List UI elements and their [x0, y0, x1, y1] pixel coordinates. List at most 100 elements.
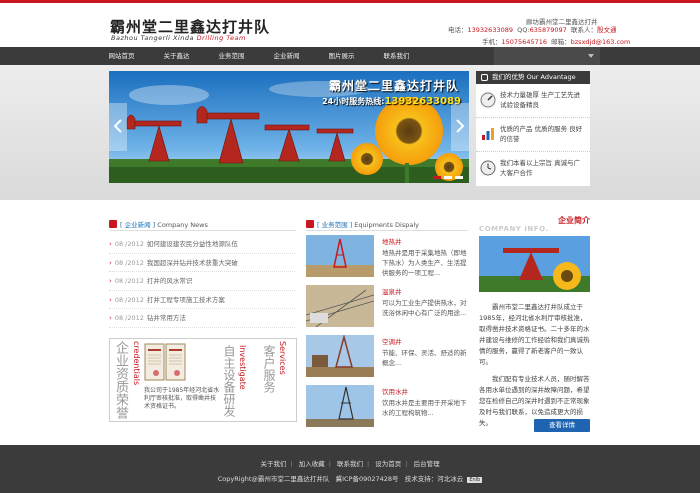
chevron-right-icon: [456, 119, 464, 133]
bullet-icon: ›: [109, 295, 112, 304]
company-text-1: 霸州市堂二里鑫达打井队成立于1985年，经河北省水利厅审核批准，取得凿井技术资格…: [479, 303, 590, 366]
service-item[interactable]: 饮用水井 饮用水井是主要用于开采地下水的工程构筑物...: [306, 385, 468, 429]
news-date: 08 /2012: [114, 258, 144, 267]
advantage-item-text: 优质的产品 优质的服务 良好的信誉: [500, 125, 583, 143]
credentials-panel[interactable]: 企业资质荣誉 credentials 我公司于1985年经河北省水利厅审核批准，…: [109, 338, 297, 422]
nav-items: 网站首页 关于鑫达 业务范围 企业新闻 图片展示 联系我们: [94, 47, 424, 65]
qq-value: 635879097: [529, 26, 567, 34]
news-title[interactable]: 我国超深井钻井技术获重大突破: [147, 259, 238, 267]
qq-label: QQ:: [517, 26, 530, 34]
phone-label: 电话：: [448, 26, 468, 34]
site-header: 霸州堂二里鑫达打井队 Bazhou Tangerli Xinda Drillin…: [0, 3, 700, 47]
news-title-en: Company News: [157, 221, 208, 229]
news-date: 08 /2012: [114, 277, 144, 286]
hotline-label: 24小时服务热线:: [322, 97, 385, 106]
service-item[interactable]: 温泉井 可以为工业生产提供热水，对洗浴休闲中心有广泛的用途...: [306, 285, 468, 329]
service-item[interactable]: 地热井 地热井是用于采集地热（即地下热水）为人类生产、生活提供服务的一项工程..…: [306, 235, 468, 279]
footer-link-homepage[interactable]: 设为首页: [375, 460, 401, 468]
service-title[interactable]: 温泉井: [382, 286, 402, 296]
service-title[interactable]: 空调井: [382, 336, 402, 346]
advantage-item: 优质的产品 优质的服务 良好的信誉: [476, 118, 590, 152]
service-title[interactable]: 饮用水井: [382, 386, 408, 396]
nav-item-news[interactable]: 企业新闻: [259, 47, 314, 65]
pager-dot[interactable]: [455, 176, 463, 179]
nav-item-gallery[interactable]: 图片展示: [314, 47, 369, 65]
hotline-number: 13932633089: [384, 96, 461, 107]
banner-hotline: 24小时服务热线:13932633089: [322, 96, 461, 107]
services-header: [ 业务范围 ] Equipments Dispaly: [306, 217, 468, 231]
banner-next-button[interactable]: [451, 103, 469, 151]
advantage-panel: 我们的优势 Our Advantage 技术力量雄厚 生产工艺先进 试验设备精良…: [476, 71, 590, 186]
footer-link-about[interactable]: 关于我们: [260, 460, 286, 468]
banner-pager: [433, 176, 463, 179]
nav-item-about[interactable]: 关于鑫达: [149, 47, 204, 65]
news-title[interactable]: 打井工程专项施工技术方案: [147, 296, 225, 304]
news-item[interactable]: › 08 /2012 钻井常用方法: [109, 309, 295, 328]
nav-item-contact[interactable]: 联系我们: [369, 47, 424, 65]
footer-link-admin[interactable]: 后台管理: [414, 460, 440, 468]
news-item[interactable]: › 08 /2012 我国超深井钻井技术获重大突破: [109, 254, 295, 273]
chevron-left-icon: [114, 119, 122, 133]
chart-icon: [482, 128, 494, 140]
contact-label: 联系人：: [570, 26, 597, 34]
service-desc: 地热井是用于采集地热（即地下热水）为人类生产、生活提供服务的一项工程...: [382, 249, 467, 277]
hero-banner[interactable]: 霸州堂二里鑫达打井队 24小时服务热线:13932633089: [109, 71, 469, 183]
service-image: [306, 335, 374, 377]
banner-prev-button[interactable]: [109, 103, 127, 151]
research-vtitle-en: Investigate: [238, 345, 247, 390]
service-desc: 节能、环保、灵活、舒适的新概念...: [382, 349, 467, 367]
service-image: [306, 235, 374, 277]
copyright-text: CopyRight@霸州市堂二里鑫达打井队: [217, 475, 330, 483]
footer-link-favorite[interactable]: 加入收藏: [299, 460, 325, 468]
advantage-title: 我们的优势 Our Advantage: [476, 71, 590, 84]
service-desc: 可以为工业生产提供热水，对洗浴休闲中心有广泛的用途...: [382, 299, 467, 317]
main-nav: 网站首页 关于鑫达 业务范围 企业新闻 图片展示 联系我们: [0, 47, 700, 65]
company-title-en: COMPANY INFO.: [479, 225, 549, 233]
support-badge: Enlb: [467, 477, 483, 483]
footer-link-contact[interactable]: 联系我们: [337, 460, 363, 468]
advantage-item: 技术力量雄厚 生产工艺先进 试验设备精良: [476, 84, 590, 118]
mobile-label: 手机：: [482, 38, 502, 46]
news-icon: [109, 220, 117, 228]
contact-name: 殷文通: [596, 26, 617, 34]
email-value[interactable]: bzsxdjd@163.com: [571, 38, 631, 46]
bullet-icon: ›: [109, 314, 112, 323]
advantage-item-text: 我们本着以上宗旨 真诚与广大客户合作: [500, 159, 581, 177]
services-header-text: [ 业务范围 ] Equipments Dispaly: [317, 219, 419, 229]
email-label: 邮箱：: [551, 38, 571, 46]
news-title[interactable]: 打井的风水常识: [147, 277, 193, 285]
icp-text[interactable]: 冀ICP备09027428号: [336, 475, 399, 483]
service-title[interactable]: 地热井: [382, 236, 402, 246]
phone-value: 13932633089: [467, 26, 514, 34]
news-date: 08 /2012: [114, 295, 144, 304]
news-item[interactable]: › 08 /2012 打井工程专项施工技术方案: [109, 291, 295, 310]
logo-en-prefix: Bazhou Tangerli Xinda: [111, 34, 194, 42]
nav-item-home[interactable]: 网站首页: [94, 47, 149, 65]
chevron-down-icon: [588, 54, 594, 58]
services-title-cn: [ 业务范围 ]: [317, 221, 353, 229]
nav-item-services[interactable]: 业务范围: [204, 47, 259, 65]
news-header-text: [ 企业新闻 ] Company News: [120, 219, 208, 229]
service-item[interactable]: 空调井 节能、环保、灵活、舒适的新概念...: [306, 335, 468, 379]
service-desc: 饮用水井是主要用于开采地下水的工程构筑物...: [382, 399, 467, 417]
services-title-en: Equipments Dispaly: [354, 221, 419, 229]
advantage-item: 我们本着以上宗旨 真诚与广大客户合作: [476, 152, 590, 186]
pager-dot[interactable]: [444, 176, 452, 179]
credentials-vtitle-en: credentials: [132, 341, 141, 386]
credentials-caption: 我公司于1985年经河北省水利厅审核批准，取得凿井技术资格证书。: [144, 387, 220, 410]
service-vtitle-cn: 客户服务: [262, 345, 276, 393]
news-title[interactable]: 钻井常用方法: [147, 314, 186, 322]
news-title[interactable]: 如何建设建农民分益性地源队伍: [147, 240, 238, 248]
news-item[interactable]: › 08 /2012 打井的风水常识: [109, 272, 295, 291]
pager-dot[interactable]: [433, 176, 441, 179]
services-icon: [306, 220, 314, 228]
bullet-icon: ›: [109, 258, 112, 267]
company-intro: 企业简介 COMPANY INFO. 霸州市堂二里鑫达打井队成立于1985年，经…: [479, 212, 590, 432]
header-contact: 电话：13932633089 QQ:635879097 联系人：殷文通 手机：1…: [448, 24, 630, 48]
certificate-image: [144, 343, 186, 381]
footer-links: 关于我们 | 加入收藏 | 联系我们 | 设为首页 | 后台管理: [260, 460, 440, 468]
support-text: 技术支持：河北冰云: [404, 475, 464, 483]
news-item[interactable]: › 08 /2012 如何建设建农民分益性地源队伍: [109, 235, 295, 254]
view-details-button[interactable]: 查看详情: [534, 419, 590, 432]
nav-dropdown[interactable]: [494, 47, 600, 65]
